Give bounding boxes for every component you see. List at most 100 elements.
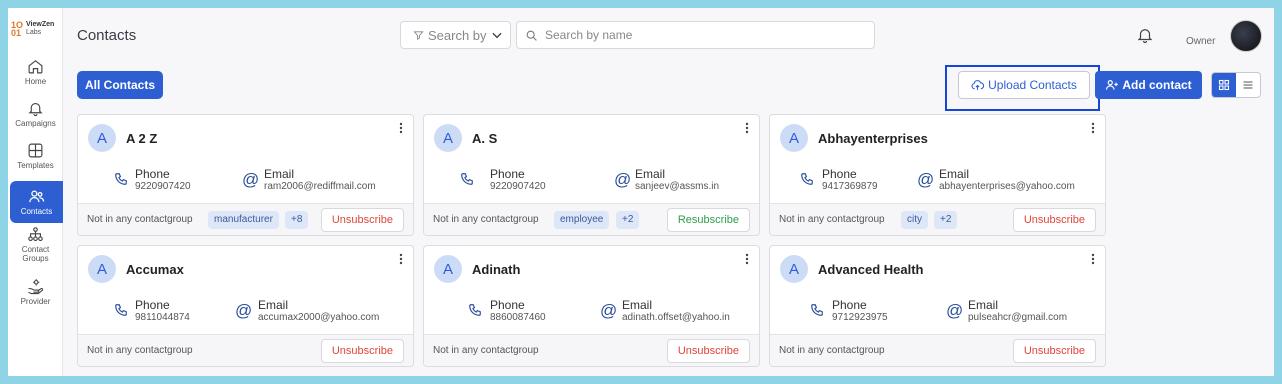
search-by-label: Search by [428, 27, 487, 43]
contact-name: Accumax [126, 262, 184, 277]
unsubscribe-button[interactable]: Unsubscribe [320, 208, 404, 232]
contact-card[interactable]: A A. S Phone 9220907420 @ Email sanjeev@… [423, 114, 760, 236]
contact-name: Adinath [472, 262, 521, 277]
users-icon [29, 190, 45, 203]
phone-icon [461, 173, 473, 185]
tag-more-badge[interactable]: +2 [616, 211, 640, 229]
sidebar-item-campaigns[interactable]: Campaigns [8, 100, 63, 140]
add-contact-button[interactable]: Add contact [1095, 71, 1202, 99]
sidebar-item-label: Contacts [20, 207, 53, 216]
email-label: Email [968, 298, 999, 312]
resubscribe-button[interactable]: Resubscribe [666, 208, 750, 232]
more-options-icon[interactable] [399, 122, 403, 134]
notification-bell-icon[interactable] [1136, 26, 1154, 44]
more-options-icon[interactable] [399, 253, 403, 265]
tag-badge[interactable]: city [901, 211, 928, 229]
email-value: pulseahcr@gmail.com [968, 312, 1068, 323]
contact-avatar: A [434, 255, 462, 283]
more-options-icon[interactable] [1091, 122, 1095, 134]
phone-value: 9220907420 [490, 181, 546, 192]
grid-view-button[interactable] [1212, 73, 1236, 97]
more-options-icon[interactable] [1091, 253, 1095, 265]
contact-card[interactable]: A Accumax Phone 9811044874 @ Email accum… [77, 245, 414, 367]
phone-icon [801, 173, 813, 185]
contact-card[interactable]: A Abhayenterprises Phone 9417369879 @ Em… [769, 114, 1106, 236]
phone-icon [115, 173, 127, 185]
sidebar-item-contact-groups[interactable]: Contact Groups [8, 226, 63, 270]
search-icon [526, 30, 537, 41]
card-footer: Not in any contactgroup Unsubscribe [770, 334, 1105, 366]
contact-avatar: A [88, 255, 116, 283]
tag-badge[interactable]: employee [554, 211, 610, 229]
email-label: Email [939, 167, 970, 181]
chevron-down-icon [492, 32, 502, 39]
more-options-icon[interactable] [745, 122, 749, 134]
contact-group-status: Not in any contactgroup [779, 214, 885, 225]
hand-gear-icon [28, 279, 44, 295]
phone-label: Phone [490, 167, 525, 181]
hierarchy-icon [28, 227, 43, 242]
more-options-icon[interactable] [745, 253, 749, 265]
add-contact-label: Add contact [1122, 78, 1192, 92]
contact-group-status: Not in any contactgroup [433, 214, 539, 225]
filter-icon [413, 30, 424, 40]
list-view-button[interactable] [1236, 73, 1260, 97]
phone-value: 9712923975 [832, 312, 888, 323]
upload-contacts-button[interactable]: Upload Contacts [958, 71, 1090, 99]
grid-icon [28, 143, 43, 158]
sidebar-item-templates[interactable]: Templates [8, 142, 63, 182]
phone-icon [811, 304, 823, 316]
email-at-icon: @ [946, 301, 964, 320]
home-icon [28, 60, 43, 74]
contact-card[interactable]: A A 2 Z Phone 9220907420 @ Email ram2006… [77, 114, 414, 236]
sidebar-item-label: Home [24, 77, 47, 86]
unsubscribe-button[interactable]: Unsubscribe [1012, 339, 1096, 363]
contact-group-status: Not in any contactgroup [433, 345, 539, 356]
email-at-icon: @ [917, 170, 935, 189]
grid-view-icon [1218, 79, 1230, 91]
sidebar-item-label: Campaigns [15, 119, 56, 128]
phone-value: 8860087460 [490, 312, 546, 323]
search-input[interactable] [545, 28, 845, 42]
email-at-icon: @ [614, 170, 632, 189]
phone-value: 9417369879 [822, 181, 878, 192]
contact-group-status: Not in any contactgroup [87, 345, 193, 356]
contact-card[interactable]: A Adinath Phone 8860087460 @ Email adina… [423, 245, 760, 367]
card-footer: Not in any contactgroup manufacturer +8 … [78, 203, 413, 235]
phone-label: Phone [832, 298, 867, 312]
contact-avatar: A [780, 124, 808, 152]
email-label: Email [264, 167, 295, 181]
sidebar-item-contacts[interactable]: Contacts [10, 181, 63, 223]
unsubscribe-button[interactable]: Unsubscribe [666, 339, 750, 363]
search-box[interactable] [516, 21, 875, 49]
sidebar-item-home[interactable]: Home [8, 58, 63, 98]
card-footer: Not in any contactgroup Unsubscribe [78, 334, 413, 366]
tag-more-badge[interactable]: +2 [934, 211, 958, 229]
user-role: Owner [1186, 36, 1216, 47]
email-value: sanjeev@assms.in [635, 181, 720, 192]
email-label: Email [258, 298, 289, 312]
viewzen-logo[interactable]: 1O 01 ViewZen Labs [11, 20, 61, 42]
email-at-icon: @ [242, 170, 260, 189]
tag-badge[interactable]: manufacturer [208, 211, 279, 229]
tag-more-badge[interactable]: +8 [285, 211, 309, 229]
contact-group-status: Not in any contactgroup [779, 345, 885, 356]
email-value: abhayenterprises@yahoo.com [939, 181, 1075, 192]
unsubscribe-button[interactable]: Unsubscribe [1012, 208, 1096, 232]
all-contacts-button[interactable]: All Contacts [77, 71, 163, 99]
sidebar-item-label: Contact Groups [21, 245, 50, 263]
contact-name: A 2 Z [126, 131, 158, 146]
email-value: accumax2000@yahoo.com [258, 312, 380, 323]
phone-icon [469, 304, 481, 316]
email-at-icon: @ [600, 301, 618, 320]
unsubscribe-button[interactable]: Unsubscribe [320, 339, 404, 363]
contact-card[interactable]: A Advanced Health Phone 9712923975 @ Ema… [769, 245, 1106, 367]
card-footer: Not in any contactgroup city +2 Unsubscr… [770, 203, 1105, 235]
search-by-dropdown[interactable]: Search by [400, 21, 511, 49]
sidebar-item-provider[interactable]: Provider [8, 278, 63, 318]
phone-value: 9220907420 [135, 181, 191, 192]
app-window: 1O 01 ViewZen Labs Home Campaigns Templat… [8, 8, 1274, 376]
avatar[interactable] [1230, 20, 1262, 52]
contact-name: Advanced Health [818, 262, 924, 277]
email-label: Email [635, 167, 666, 181]
